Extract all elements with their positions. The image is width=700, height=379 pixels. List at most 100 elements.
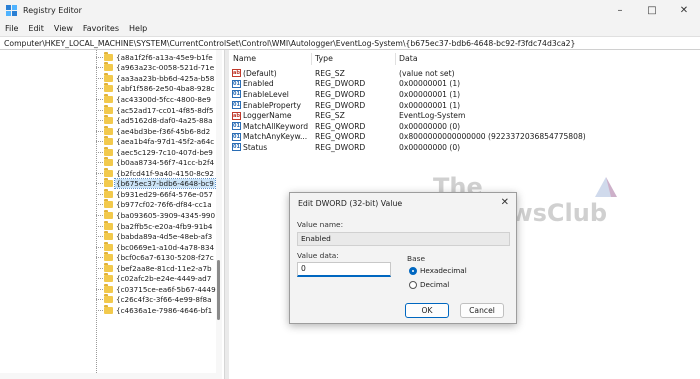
tree-item[interactable]: {a963a23c-0058-521d-71e <box>96 62 215 74</box>
value-data-input[interactable]: 0 <box>297 262 391 277</box>
binary-value-icon: 01 <box>232 143 241 152</box>
value-row[interactable]: 01 Status REG_DWORD 0x00000000 (0) <box>229 142 700 153</box>
tree-item[interactable]: {c03715ce-ea6f-5b67-4449 <box>96 283 217 295</box>
tree-item[interactable]: {abf1f586-2e50-4ba8-928c <box>96 83 216 95</box>
column-header-name[interactable]: Name <box>233 50 256 67</box>
value-data: 0x00000001 (1) <box>399 79 461 89</box>
value-type: REG_DWORD <box>315 100 366 110</box>
tree-item[interactable]: {ae4bd3be-f36f-45b6-8d2 <box>96 125 211 137</box>
radio-hexadecimal-label: Hexadecimal <box>420 266 467 275</box>
menu-edit[interactable]: Edit <box>28 24 44 33</box>
value-data: 0x00000000 (0) <box>399 142 461 152</box>
menu-help[interactable]: Help <box>129 24 147 33</box>
tree-connector <box>96 120 103 122</box>
value-row[interactable]: 01 MatchAnyKeyw... REG_QWORD 0x800000000000… <box>229 132 700 143</box>
menu-favorites[interactable]: Favorites <box>83 24 119 33</box>
value-data: EventLog-System <box>399 111 466 121</box>
value-name-field: Enabled <box>297 232 510 246</box>
edit-dword-dialog: Edit DWORD (32-bit) Value ✕ Value name: … <box>289 192 517 324</box>
folder-icon <box>104 51 113 61</box>
tree-item[interactable]: {b675ec37-bdb6-4648-bc9 <box>96 178 216 190</box>
tree-item[interactable]: {aea1b4fa-97d1-45f2-a64c <box>96 136 215 147</box>
tree-item[interactable]: {bc0669e1-a10d-4a78-834 <box>96 241 215 253</box>
radio-hexadecimal[interactable]: Hexadecimal <box>409 266 467 275</box>
value-name-cell: 01 EnableLevel <box>232 89 289 100</box>
tree-scroll-thumb[interactable] <box>217 260 220 320</box>
tree-connector <box>96 278 103 280</box>
tree-item-label: {b977cf02-76f6-df84-cc1a <box>116 200 212 210</box>
maximize-button[interactable]: □ <box>636 0 668 21</box>
tree-item[interactable]: {ba2ffb5c-e20a-4fb9-91b4 <box>96 220 213 232</box>
value-name: MatchAllKeyword <box>243 121 309 131</box>
folder-icon <box>104 188 113 198</box>
tree-connector <box>96 56 103 58</box>
value-type: REG_SZ <box>315 68 345 78</box>
tree-item-label: {b931ed29-66f4-576e-057 <box>116 189 213 199</box>
ok-button[interactable]: OK <box>405 303 449 318</box>
value-data: 0x00000001 (1) <box>399 100 461 110</box>
tree-item-label: {ae4bd3be-f36f-45b6-8d2 <box>116 126 211 136</box>
tree-connector <box>96 246 103 248</box>
tree-item[interactable]: {ac43300d-5fcc-4800-8e9 <box>96 93 212 105</box>
binary-value-icon: 01 <box>232 90 241 99</box>
tree-item-label: {aa3aa23b-bb6d-425a-b58 <box>116 73 215 83</box>
tree-item[interactable]: {babda89a-4d5e-48eb-af3 <box>96 231 213 242</box>
tree-item[interactable]: {b0aa8734-56f7-41cc-b2f4 <box>96 157 215 169</box>
tree-item-label: {aec5c129-7c10-407d-be9 <box>116 147 213 157</box>
value-name: (Default) <box>243 68 277 78</box>
value-row[interactable]: ab LoggerName REG_SZ EventLog-System <box>229 110 700 121</box>
tree-item[interactable]: {bcf0c6a7-6130-5208-f27c <box>96 252 215 263</box>
tree-item-label: {b0aa8734-56f7-41cc-b2f4 <box>116 158 215 168</box>
tree-item[interactable]: {ba093605-3909-4345-990 <box>96 210 216 221</box>
radio-decimal[interactable]: Decimal <box>409 280 449 289</box>
tree-item[interactable]: {aec5c129-7c10-407d-be9 <box>96 146 214 158</box>
column-header-type[interactable]: Type <box>315 50 333 67</box>
value-name: EnableLevel <box>243 89 289 99</box>
value-data: 0x00000000 (0) <box>399 121 461 131</box>
value-row[interactable]: 01 MatchAllKeyword REG_QWORD 0x00000000 (0) <box>229 121 700 132</box>
value-row[interactable]: ab (Default) REG_SZ (value not set) <box>229 68 700 79</box>
folder-icon <box>104 252 113 262</box>
tree-item[interactable]: {aa3aa23b-bb6d-425a-b58 <box>96 72 215 84</box>
registry-editor-icon <box>6 5 17 16</box>
close-button[interactable]: ✕ <box>668 0 700 21</box>
base-group: Base Hexadecimal Decimal <box>401 254 511 292</box>
address-bar[interactable]: Computer\HKEY_LOCAL_MACHINE\SYSTEM\Curre… <box>0 36 700 50</box>
menu-file[interactable]: File <box>5 24 18 33</box>
value-type: REG_DWORD <box>315 142 366 152</box>
tree-item[interactable]: {bef2aa8e-81cd-11e2-a7b <box>96 262 213 274</box>
dialog-close-button[interactable]: ✕ <box>501 197 509 208</box>
cancel-button[interactable]: Cancel <box>460 303 504 318</box>
tree-item[interactable]: {b2fcd41f-9a40-4150-8c92 <box>96 167 215 179</box>
tree-item[interactable]: {c02afc2b-e24e-4449-ad7 <box>96 273 212 285</box>
tree-item[interactable]: {b931ed29-66f4-576e-057 <box>96 188 214 200</box>
tree-item[interactable]: {c26c4f3c-3f66-4e99-8f8a <box>96 294 213 306</box>
folder-icon <box>104 93 113 103</box>
tree-connector <box>96 98 103 100</box>
value-row[interactable]: 01 EnableProperty REG_DWORD 0x00000001 (1) <box>229 100 700 111</box>
tree-horizontal-scrollbar[interactable] <box>0 373 216 379</box>
tree-connector <box>96 162 103 164</box>
title-bar: Registry Editor – □ ✕ <box>0 0 700 21</box>
tree-item-label: {babda89a-4d5e-48eb-af3 <box>116 232 213 242</box>
column-divider[interactable] <box>311 53 312 65</box>
value-type: REG_SZ <box>315 111 345 121</box>
tree-item-label: {ba2ffb5c-e20a-4fb9-91b4 <box>116 221 213 231</box>
value-row[interactable]: 01 Enabled REG_DWORD 0x00000001 (1) <box>229 79 700 90</box>
minimize-button[interactable]: – <box>604 0 636 21</box>
tree-item[interactable]: {ac52ad17-cc01-4f85-8df5 <box>96 104 215 116</box>
tree-connector <box>96 215 103 216</box>
tree-item[interactable]: {c4636a1e-7986-4646-bf1 <box>96 304 213 316</box>
column-header-data[interactable]: Data <box>399 50 418 67</box>
menu-view[interactable]: View <box>54 24 73 33</box>
tree-item[interactable]: {ad5162d8-daf0-4a25-88a <box>96 115 214 126</box>
tree-item[interactable]: {b977cf02-76f6-df84-cc1a <box>96 199 213 211</box>
column-divider[interactable] <box>395 53 396 65</box>
tree-item[interactable]: {a8a1f2f6-a13a-45e9-b1fe <box>96 51 214 63</box>
value-name: LoggerName <box>243 111 292 121</box>
value-row[interactable]: 01 EnableLevel REG_DWORD 0x00000001 (1) <box>229 89 700 100</box>
tree-item-label: {ac52ad17-cc01-4f85-8df5 <box>116 105 214 115</box>
key-tree-pane[interactable]: {a8a1f2f6-a13a-45e9-b1fe {a963a23c-0058-5… <box>0 50 224 379</box>
tree-vertical-scrollbar[interactable] <box>216 50 222 379</box>
tree-connector <box>96 183 103 185</box>
